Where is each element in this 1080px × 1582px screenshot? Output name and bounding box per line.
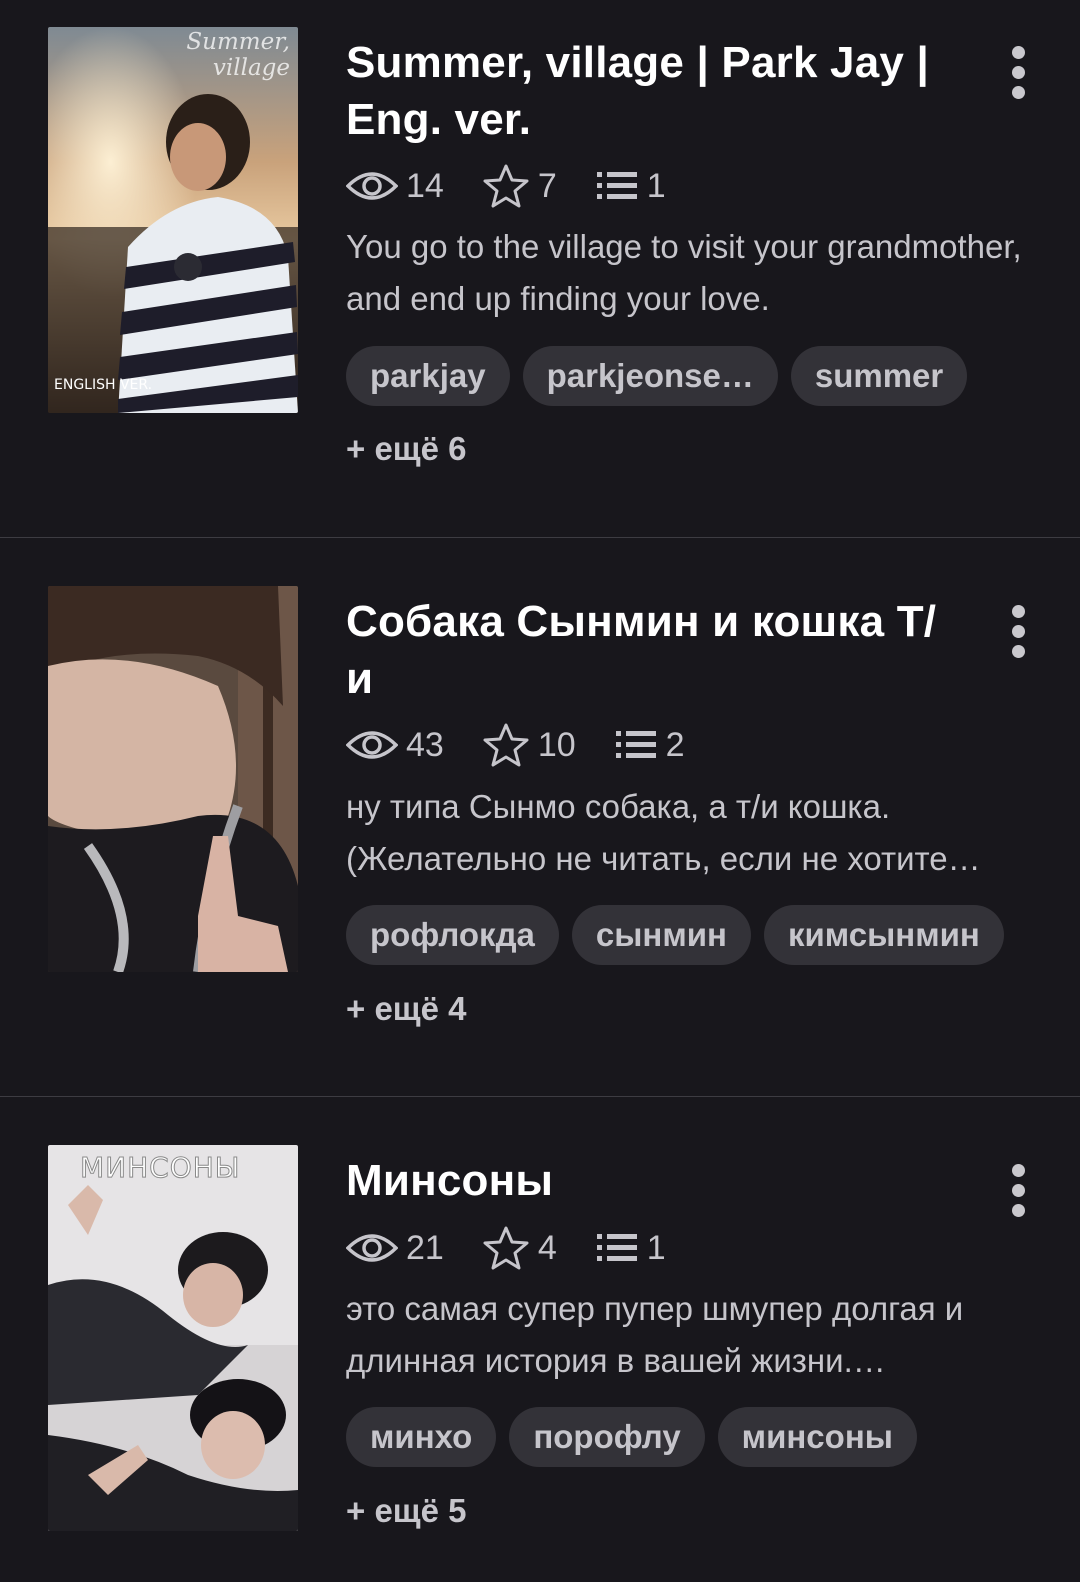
- star-icon: [483, 723, 529, 767]
- list-icon: [596, 172, 637, 199]
- star-icon: [483, 164, 529, 208]
- tag-list: рофлокда сынмин кимсынмин: [346, 905, 1004, 965]
- list-icon: [596, 1234, 637, 1261]
- views-stat: 43: [346, 726, 444, 765]
- story-description: это самая супер пупер шмупер долгая и дл…: [346, 1290, 964, 1379]
- story-stats: 43 10 2: [346, 723, 723, 767]
- divider: [0, 537, 1080, 538]
- parts-stat: 1: [595, 1229, 666, 1268]
- stars-stat: 4: [482, 1225, 557, 1271]
- story-title[interactable]: Summer, village | Park Jay | Eng. ver.: [346, 34, 946, 148]
- cover-title-text: МИНСОНЫ: [80, 1151, 241, 1185]
- views-count: 43: [406, 725, 444, 764]
- views-count: 14: [406, 166, 444, 205]
- tag-chip[interactable]: кимсынмин: [763, 905, 1004, 965]
- story-card[interactable]: МИНСОНЫ Минсоны 21 4 1 это самая супер п…: [0, 1102, 1080, 1582]
- more-vertical-icon[interactable]: [998, 42, 1038, 102]
- stars-count: 4: [537, 1228, 557, 1267]
- story-card[interactable]: Summer, village ENGLISH VER. Summer, vil…: [0, 0, 1080, 540]
- parts-count: 1: [646, 1228, 666, 1267]
- stars-stat: 10: [482, 722, 576, 768]
- tag-chip[interactable]: parkjay: [346, 346, 510, 406]
- story-cover[interactable]: [48, 586, 298, 972]
- tag-chip[interactable]: parkjeonse…: [522, 346, 778, 406]
- story-stats: 14 7 1: [346, 164, 704, 208]
- stars-count: 10: [537, 725, 576, 764]
- tag-list: parkjay parkjeonse… summer: [346, 346, 968, 406]
- story-cover[interactable]: Summer, village ENGLISH VER.: [48, 27, 298, 413]
- tag-chip[interactable]: минхо: [346, 1407, 497, 1467]
- views-stat: 21: [346, 1229, 444, 1268]
- cover-caption-text: ENGLISH VER.: [54, 377, 153, 393]
- views-stat: 14: [346, 167, 444, 206]
- tag-chip[interactable]: сынмин: [571, 905, 751, 965]
- divider: [0, 1096, 1080, 1097]
- story-title[interactable]: Минсоны: [346, 1152, 946, 1209]
- cover-image: [48, 27, 298, 413]
- tag-list: минхо порофлу минсоны: [346, 1407, 917, 1467]
- tag-chip[interactable]: порофлу: [509, 1407, 705, 1467]
- stars-count: 7: [537, 166, 557, 205]
- story-title[interactable]: Собака Сынмин и кошка Т/и: [346, 593, 946, 707]
- story-card[interactable]: Собака Сынмин и кошка Т/и 43 10 2 ну тип…: [0, 541, 1080, 1101]
- cover-title-text: Summer, village: [186, 29, 290, 81]
- more-tags-link[interactable]: + ещё 5: [346, 1492, 467, 1530]
- cover-image: [48, 1145, 298, 1531]
- list-icon: [615, 731, 656, 758]
- tag-chip[interactable]: минсоны: [717, 1407, 917, 1467]
- stars-stat: 7: [482, 163, 557, 209]
- story-description: ну типа Сынмо собака, а т/и кошка. (Жела…: [346, 788, 981, 877]
- more-tags-link[interactable]: + ещё 4: [346, 990, 467, 1028]
- eye-icon: [346, 1234, 398, 1262]
- parts-stat: 2: [614, 726, 685, 765]
- parts-count: 2: [665, 725, 685, 764]
- parts-stat: 1: [595, 167, 666, 206]
- star-icon: [483, 1226, 529, 1270]
- tag-chip[interactable]: summer: [790, 346, 968, 406]
- eye-icon: [346, 731, 398, 759]
- story-stats: 21 4 1: [346, 1226, 704, 1270]
- story-cover[interactable]: МИНСОНЫ: [48, 1145, 298, 1531]
- more-tags-link[interactable]: + ещё 6: [346, 430, 467, 468]
- eye-icon: [346, 172, 398, 200]
- more-vertical-icon[interactable]: [998, 601, 1038, 661]
- parts-count: 1: [646, 166, 666, 205]
- cover-image: [48, 586, 298, 972]
- story-description: You go to the village to visit your gran…: [346, 228, 1022, 317]
- tag-chip[interactable]: рофлокда: [346, 905, 559, 965]
- more-vertical-icon[interactable]: [998, 1160, 1038, 1220]
- views-count: 21: [406, 1228, 444, 1267]
